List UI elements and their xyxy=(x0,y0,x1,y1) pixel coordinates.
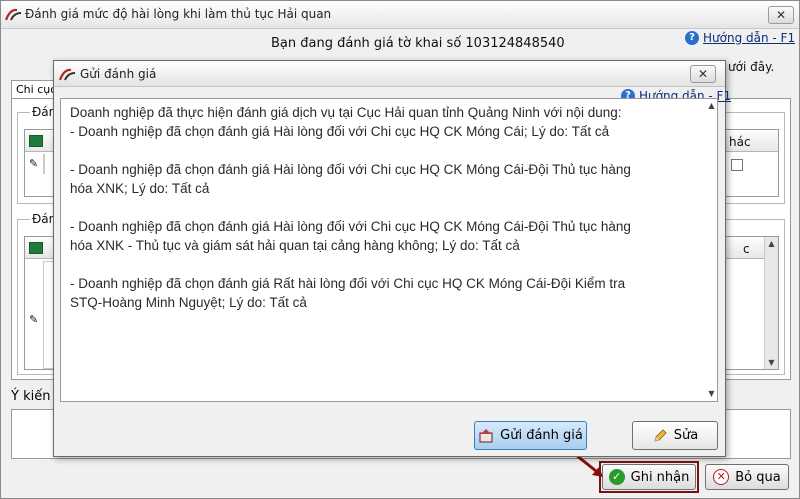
summary-scrollbar[interactable]: ▲ ▼ xyxy=(705,99,717,401)
send-rating-dialog: Gửi đánh giá ✕ ? Hướng dẫn - F1 Doanh ngh… xyxy=(53,60,731,457)
partial-text-right: ưới đây. xyxy=(728,60,775,74)
app-logo-icon xyxy=(5,8,22,21)
window-close-button[interactable]: ✕ xyxy=(768,6,794,24)
grid-1-checkbox[interactable] xyxy=(731,159,743,171)
dialog-close-button[interactable]: ✕ xyxy=(690,65,716,83)
send-rating-button[interactable]: Gửi đánh giá xyxy=(474,421,587,450)
summary-line: Doanh nghiệp đã thực hiện đánh giá dịch … xyxy=(70,105,622,120)
declaration-subheader: Bạn đang đánh giá tờ khai số 10312484854… xyxy=(271,36,565,51)
window-title: Đánh giá mức độ hài lòng khi làm thủ tục… xyxy=(25,7,332,21)
grid-2-col-label: c xyxy=(743,242,750,256)
main-help-link[interactable]: ? Hướng dẫn - F1 xyxy=(685,30,795,45)
scroll-up-icon[interactable]: ▲ xyxy=(705,99,718,112)
edit-pencil-icon xyxy=(654,428,667,442)
grid-2-scrollbar[interactable]: ▲ ▼ xyxy=(764,237,778,369)
comment-label: Ý kiến xyxy=(11,389,51,404)
bo-qua-label: Bỏ qua xyxy=(735,469,781,485)
ghi-nhan-label: Ghi nhận xyxy=(630,469,690,485)
summary-text: Doanh nghiệp đã thực hiện đánh giá dịch … xyxy=(70,103,700,312)
app-logo-icon xyxy=(59,68,76,81)
bo-qua-button[interactable]: ✕ Bỏ qua xyxy=(705,464,789,490)
scroll-down-icon[interactable]: ▼ xyxy=(705,387,718,400)
send-rating-label: Gửi đánh giá xyxy=(500,428,583,443)
summary-line xyxy=(70,198,700,217)
tab-chi-cuc[interactable]: Chi cục xyxy=(11,80,56,98)
x-icon: ✕ xyxy=(713,469,730,485)
main-help-label[interactable]: Hướng dẫn - F1 xyxy=(703,31,795,45)
help-icon: ? xyxy=(685,30,699,45)
summary-line xyxy=(70,141,700,160)
summary-line: STQ-Hoàng Minh Nguyệt; Lý do: Tất cả xyxy=(70,295,307,310)
scroll-up-icon[interactable]: ▲ xyxy=(765,237,778,250)
excel-icon[interactable] xyxy=(29,242,43,254)
main-titlebar: Đánh giá mức độ hài lòng khi làm thủ tục… xyxy=(1,1,799,29)
summary-textbox[interactable]: Doanh nghiệp đã thực hiện đánh giá dịch … xyxy=(60,98,718,402)
dialog-title: Gửi đánh giá xyxy=(80,67,157,81)
dialog-titlebar: Gửi đánh giá ✕ xyxy=(54,61,725,87)
pencil-icon: ✎ xyxy=(29,313,39,326)
summary-line: - Doanh nghiệp đã chọn đánh giá Hài lòng… xyxy=(70,162,631,177)
summary-line: - Doanh nghiệp đã chọn đánh giá Hài lòng… xyxy=(70,219,631,234)
grid-1-col-label: hác xyxy=(729,135,751,149)
grid-1-divider xyxy=(43,154,45,174)
edit-button[interactable]: Sửa xyxy=(632,421,718,450)
pencil-icon: ✎ xyxy=(29,157,39,170)
excel-icon[interactable] xyxy=(29,135,43,147)
send-icon xyxy=(479,428,493,442)
scroll-down-icon[interactable]: ▼ xyxy=(765,356,778,369)
summary-line: - Doanh nghiệp đã chọn đánh giá Rất hài … xyxy=(70,276,626,291)
summary-line xyxy=(70,255,700,274)
edit-label: Sửa xyxy=(673,428,699,443)
ghi-nhan-button[interactable]: ✓ Ghi nhận xyxy=(602,464,696,490)
check-icon: ✓ xyxy=(608,469,625,485)
summary-line: hóa XNK; Lý do: Tất cả xyxy=(70,181,210,196)
summary-line: hóa XNK - Thủ tục và giám sát hải quan t… xyxy=(70,238,520,253)
summary-line: - Doanh nghiệp đã chọn đánh giá Hài lòng… xyxy=(70,124,610,139)
